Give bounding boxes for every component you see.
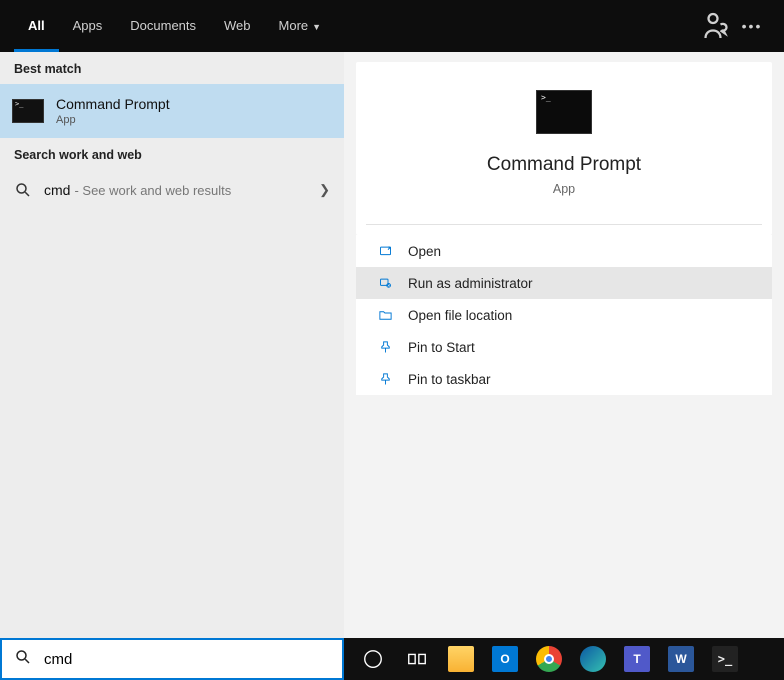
app-preview-card: Command Prompt App (356, 62, 772, 235)
action-label: Pin to Start (408, 340, 475, 355)
action-open-file-location[interactable]: Open file location (356, 299, 772, 331)
app-title: Command Prompt (366, 154, 762, 176)
action-pin-to-taskbar[interactable]: Pin to taskbar (356, 363, 772, 395)
word-icon[interactable]: W (660, 638, 702, 680)
action-label: Open (408, 244, 441, 259)
chrome-icon[interactable] (528, 638, 570, 680)
tab-more[interactable]: More▼ (265, 0, 336, 52)
pin-icon (376, 370, 394, 388)
result-subtitle: App (56, 114, 170, 126)
taskbar: O T W >_ (344, 638, 784, 680)
chevron-right-icon: ❯ (319, 182, 330, 198)
web-query-text: cmd (44, 182, 70, 198)
tab-all[interactable]: All (14, 0, 59, 52)
web-search-row[interactable]: cmd - See work and web results ❯ (0, 170, 344, 210)
admin-icon (376, 274, 394, 292)
search-work-web-header: Search work and web (0, 138, 344, 170)
taskview-icon[interactable] (396, 638, 438, 680)
feedback-icon[interactable] (698, 8, 734, 44)
result-title: Command Prompt (56, 96, 170, 112)
action-open[interactable]: Open (356, 235, 772, 267)
tab-documents[interactable]: Documents (116, 0, 210, 52)
search-input[interactable] (44, 651, 330, 668)
file-explorer-icon[interactable] (440, 638, 482, 680)
action-pin-to-start[interactable]: Pin to Start (356, 331, 772, 363)
command-prompt-icon (12, 99, 44, 123)
action-label: Pin to taskbar (408, 372, 491, 387)
search-scope-tabs: All Apps Documents Web More▼ ••• (0, 0, 784, 52)
cortana-icon[interactable] (352, 638, 394, 680)
action-run-as-administrator[interactable]: Run as administrator (356, 267, 772, 299)
open-icon (376, 242, 394, 260)
action-list: Open Run as administrator Open file loca… (356, 235, 772, 395)
terminal-icon[interactable]: >_ (704, 638, 746, 680)
search-bar[interactable] (0, 638, 344, 680)
web-query-hint: - See work and web results (74, 183, 231, 198)
outlook-icon[interactable]: O (484, 638, 526, 680)
search-icon (14, 181, 32, 199)
best-match-header: Best match (0, 52, 344, 84)
app-subtitle: App (366, 182, 762, 196)
pin-icon (376, 338, 394, 356)
tab-web[interactable]: Web (210, 0, 265, 52)
action-label: Run as administrator (408, 276, 533, 291)
result-command-prompt[interactable]: Command Prompt App (0, 84, 344, 138)
preview-panel: Command Prompt App Open Run as administr… (344, 52, 784, 638)
command-prompt-icon (536, 90, 592, 134)
folder-icon (376, 306, 394, 324)
teams-icon[interactable]: T (616, 638, 658, 680)
edge-icon[interactable] (572, 638, 614, 680)
search-icon (14, 648, 32, 671)
results-panel: Best match Command Prompt App Search wor… (0, 52, 344, 638)
more-options-icon[interactable]: ••• (734, 8, 770, 44)
chevron-down-icon: ▼ (312, 1, 321, 53)
tab-apps[interactable]: Apps (59, 0, 117, 52)
action-label: Open file location (408, 308, 512, 323)
